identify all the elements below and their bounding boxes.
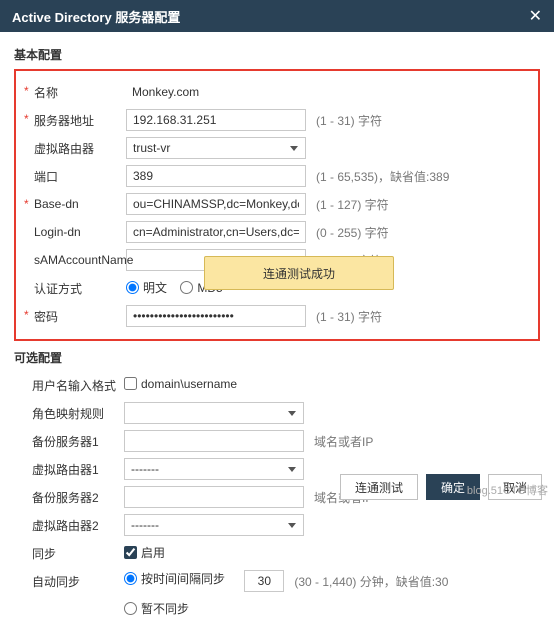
label-port: 端口 [16,168,126,185]
password-input[interactable] [126,305,306,327]
section-basic-title: 基本配置 [14,46,540,63]
test-button[interactable]: 连通测试 [340,474,418,500]
auth-plain-option[interactable]: 明文 [126,279,167,296]
port-input[interactable] [126,165,306,187]
hint-server: (1 - 31) 字符 [316,112,530,129]
label-auth: 认证方式 [16,280,126,297]
uname-fmt-option[interactable]: domain\username [124,377,237,391]
hint-port: (1 - 65,535)，缺省值:389 [316,168,530,185]
hint-autosync: (30 - 1,440) 分钟，缺省值:30 [294,573,540,590]
sync-enable-checkbox[interactable] [124,546,137,559]
toast-success: 连通测试成功 [204,256,394,290]
auth-md5-radio[interactable] [180,281,193,294]
label-vrouter2: 虚拟路由器2 [14,517,124,534]
autosync-interval-value[interactable]: 30 [244,570,284,592]
label-sam: sAMAccountName [16,253,126,267]
label-vrouter1: 虚拟路由器1 [14,461,124,478]
autosync-none-radio[interactable] [124,602,137,615]
hint-backup1: 域名或者IP [314,433,540,450]
hint-basedn: (1 - 127) 字符 [316,196,530,213]
backup2-input[interactable] [124,486,304,508]
autosync-interval-radio[interactable] [124,572,137,585]
label-backup2: 备份服务器2 [14,489,124,506]
rolemap-select[interactable] [124,402,304,424]
uname-fmt-checkbox[interactable] [124,377,137,390]
label-backup1: 备份服务器1 [14,433,124,450]
label-name: 名称 [16,84,126,101]
sync-enable-option[interactable]: 启用 [124,544,165,561]
auth-plain-radio[interactable] [126,281,139,294]
close-icon[interactable]: ✕ [529,6,542,26]
label-password: 密码 [16,308,126,325]
server-input[interactable] [126,109,306,131]
hint-password: (1 - 31) 字符 [316,308,530,325]
label-sync: 同步 [14,545,124,562]
watermark: blog.51CTO博客 [467,482,548,498]
section-optional-title: 可选配置 [14,349,540,366]
label-vrouter: 虚拟路由器 [16,140,126,157]
dialog-body: 基本配置 名称 服务器地址 (1 - 31) 字符 虚拟路由器 trust-vr… [0,32,554,622]
dialog-title: Active Directory 服务器配置 [12,7,180,26]
label-rolemap: 角色映射规则 [14,405,124,422]
autosync-none-option[interactable]: 暂不同步 [124,600,189,617]
basic-config-group: 名称 服务器地址 (1 - 31) 字符 虚拟路由器 trust-vr 端口 (… [14,69,540,341]
label-autosync: 自动同步 [14,573,124,590]
dialog-header: Active Directory 服务器配置 ✕ [0,0,554,32]
vrouter2-select[interactable]: ------- [124,514,304,536]
logindn-input[interactable] [126,221,306,243]
label-uname-fmt: 用户名输入格式 [14,377,124,394]
basedn-input[interactable] [126,193,306,215]
name-input[interactable] [126,81,306,103]
hint-logindn: (0 - 255) 字符 [316,224,530,241]
label-basedn: Base-dn [16,197,126,211]
backup1-input[interactable] [124,430,304,452]
vrouter-select[interactable]: trust-vr [126,137,306,159]
label-server: 服务器地址 [16,112,126,129]
vrouter1-select[interactable]: ------- [124,458,304,480]
label-logindn: Login-dn [16,225,126,239]
autosync-interval-option[interactable]: 按时间间隔同步 [124,570,225,587]
